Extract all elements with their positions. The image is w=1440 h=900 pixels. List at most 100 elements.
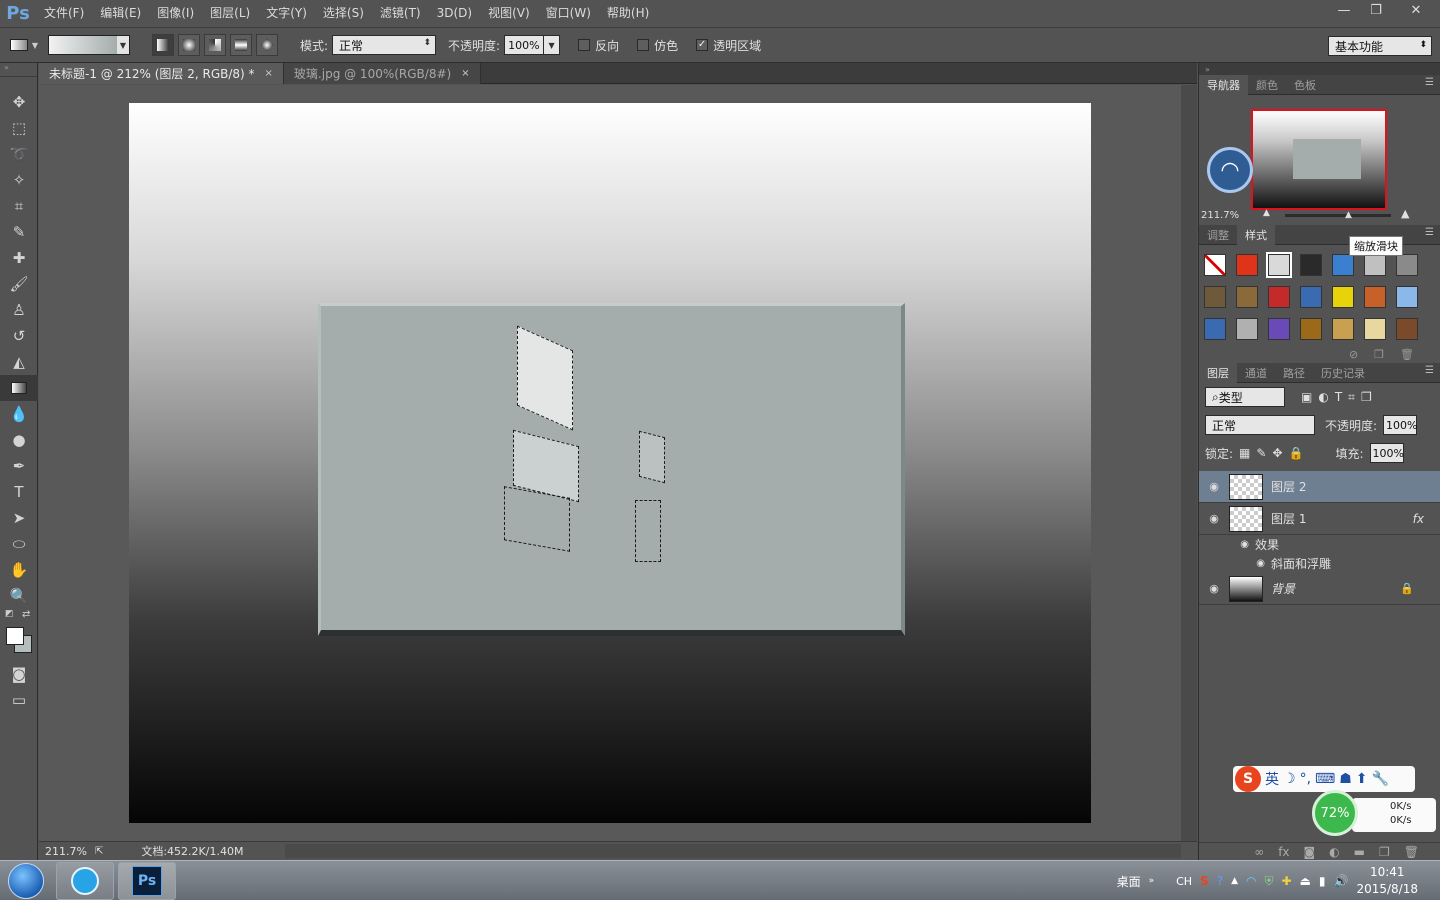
lock-position-icon[interactable]: ✥ <box>1272 446 1282 460</box>
zoom-slider[interactable] <box>1285 214 1391 217</box>
style-swatch[interactable] <box>1199 281 1231 313</box>
opacity-slider-button[interactable]: ▼ <box>544 35 561 55</box>
input-language[interactable]: CH <box>1176 875 1192 888</box>
magic-wand-tool-icon[interactable]: ✧ <box>0 167 38 193</box>
style-swatch[interactable] <box>1327 313 1359 345</box>
lock-pixels-icon[interactable]: ✎ <box>1256 446 1266 460</box>
signal-icon[interactable]: ▮ <box>1319 874 1326 888</box>
ellipse-tool-icon[interactable]: ⬭ <box>0 531 38 557</box>
pen-tool-icon[interactable]: ✒ <box>0 453 38 479</box>
document-canvas[interactable] <box>129 103 1091 823</box>
clear-style-icon[interactable]: ⊘ <box>1349 348 1358 361</box>
restore-button[interactable]: ❐ <box>1360 0 1392 20</box>
canvas-area[interactable] <box>39 85 1181 841</box>
delete-icon[interactable]: 🗑 <box>1400 348 1414 361</box>
eye-icon[interactable]: ◉ <box>1199 539 1255 550</box>
filter-type-icon[interactable]: T <box>1335 390 1342 404</box>
style-swatch[interactable] <box>1199 249 1231 281</box>
style-swatch[interactable] <box>1263 281 1295 313</box>
zoom-readout[interactable]: 211.7% <box>45 845 87 858</box>
style-swatch[interactable] <box>1359 281 1391 313</box>
moon-icon[interactable]: ☽ <box>1283 771 1296 787</box>
skin-icon[interactable]: ☗ <box>1339 771 1352 787</box>
link-layers-icon[interactable]: ∞ <box>1254 845 1264 859</box>
radial-gradient-button[interactable] <box>178 34 200 56</box>
style-swatch[interactable] <box>1295 249 1327 281</box>
tab-styles[interactable]: 样式 <box>1237 224 1275 245</box>
close-button[interactable]: ✕ <box>1392 0 1440 20</box>
blur-tool-icon[interactable]: 💧 <box>0 401 38 427</box>
menu-edit[interactable]: 编辑(E) <box>92 0 149 27</box>
tab-glass-jpg[interactable]: 玻璃.jpg @ 100%(RGB/8#) × <box>283 63 481 84</box>
linear-gradient-button[interactable] <box>152 34 174 56</box>
eye-icon[interactable]: ◉ <box>1199 480 1229 493</box>
eraser-tool-icon[interactable]: ◭ <box>0 349 38 375</box>
new-layer-icon[interactable]: ❐ <box>1379 845 1390 859</box>
workspace-switcher[interactable]: 基本功能 ⬍ <box>1328 36 1432 56</box>
add-style-icon[interactable]: fx <box>1278 845 1289 859</box>
dodge-tool-icon[interactable]: ● <box>0 427 38 453</box>
layer-opacity-input[interactable]: 100% <box>1383 415 1418 435</box>
menu-filter[interactable]: 滤镜(T) <box>372 0 429 27</box>
tab-channels[interactable]: 通道 <box>1237 363 1275 383</box>
zoom-slider-knob[interactable]: ▲ <box>1345 210 1352 220</box>
menu-file[interactable]: 文件(F) <box>36 0 92 27</box>
style-swatch[interactable] <box>1295 281 1327 313</box>
layer-filter-select[interactable]: ⌕ 类型 <box>1205 387 1285 407</box>
tab-navigator[interactable]: 导航器 <box>1199 74 1248 95</box>
menu-layer[interactable]: 图层(L) <box>202 0 258 27</box>
panel-menu-icon[interactable]: ☰ <box>1425 77 1434 88</box>
screen-mode-icon[interactable]: ▭ <box>0 687 38 713</box>
path-selection-tool-icon[interactable]: ➤ <box>0 505 38 531</box>
tab-paths[interactable]: 路径 <box>1275 363 1313 383</box>
tray-expand-icon[interactable]: ▲ <box>1231 876 1238 886</box>
move-tool-icon[interactable]: ✥ <box>0 89 38 115</box>
menu-3d[interactable]: 3D(D) <box>429 0 480 27</box>
default-colors-icon[interactable]: ◩ <box>5 609 14 619</box>
style-swatch[interactable] <box>1199 313 1231 345</box>
taskbar-photoshop[interactable]: Ps <box>118 861 176 900</box>
bevel-emboss-row[interactable]: ◉ 斜面和浮雕 <box>1199 554 1440 573</box>
eyedropper-tool-icon[interactable]: ✎ <box>0 219 38 245</box>
upgrade-icon[interactable]: ⬆ <box>1356 771 1368 787</box>
tab-history[interactable]: 历史记录 <box>1313 363 1373 383</box>
layer-row-background[interactable]: ◉ 背景 🔒 <box>1199 573 1440 605</box>
collapse-icon[interactable]: » <box>1205 65 1210 74</box>
zoom-tool-icon[interactable]: 🔍 <box>0 583 38 609</box>
mode-select[interactable]: 正常 ⬍ <box>332 35 437 55</box>
style-swatch[interactable] <box>1295 313 1327 345</box>
network-speed-widget[interactable]: 0K/s 0K/s 72% <box>1312 790 1436 836</box>
navigator-thumbnail[interactable] <box>1251 109 1387 210</box>
wifi-tray-icon[interactable]: ◠ <box>1246 874 1256 888</box>
layer-row-layer-1[interactable]: ◉ 图层 1 fx <box>1199 503 1440 535</box>
taskbar-browser[interactable] <box>56 861 114 900</box>
style-swatch[interactable] <box>1391 313 1423 345</box>
reverse-checkbox[interactable] <box>578 39 591 51</box>
effects-row[interactable]: ◉ 效果 <box>1199 535 1440 554</box>
tab-adjustments[interactable]: 调整 <box>1199 225 1237 245</box>
lock-transparent-icon[interactable]: ▦ <box>1239 446 1250 460</box>
type-tool-icon[interactable]: T <box>0 479 38 505</box>
transparency-option[interactable]: ✓ 透明区域 <box>696 37 761 54</box>
sogou-tray-icon[interactable]: S <box>1200 874 1209 888</box>
delete-icon[interactable]: 🗑 <box>1404 845 1419 859</box>
close-icon[interactable]: × <box>461 68 469 79</box>
fill-input[interactable]: 100% <box>1369 443 1404 463</box>
zoom-out-icon[interactable]: ▲ <box>1263 208 1270 218</box>
tab-swatches[interactable]: 色板 <box>1286 75 1324 95</box>
lock-all-icon[interactable]: 🔒 <box>1289 446 1304 460</box>
export-icon[interactable]: ⇱ <box>95 846 103 857</box>
fx-icon[interactable]: fx <box>1413 512 1424 526</box>
menu-select[interactable]: 选择(S) <box>315 0 372 27</box>
horizontal-scrollbar[interactable] <box>285 844 1181 858</box>
panel-grip[interactable]: » <box>0 63 37 77</box>
opacity-input[interactable]: 100% <box>504 35 545 55</box>
clock[interactable]: 10:41 2015/8/18 <box>1356 864 1418 898</box>
ime-language[interactable]: 英 <box>1265 769 1279 789</box>
menu-type[interactable]: 文字(Y) <box>258 0 315 27</box>
settings-icon[interactable]: 🔧 <box>1372 771 1389 787</box>
shield-icon[interactable]: ⛨ <box>1264 874 1273 889</box>
hand-tool-icon[interactable]: ✋ <box>0 557 38 583</box>
wifi-icon[interactable]: ◠ <box>1207 147 1253 193</box>
zoom-in-icon[interactable]: ▲ <box>1401 207 1409 220</box>
